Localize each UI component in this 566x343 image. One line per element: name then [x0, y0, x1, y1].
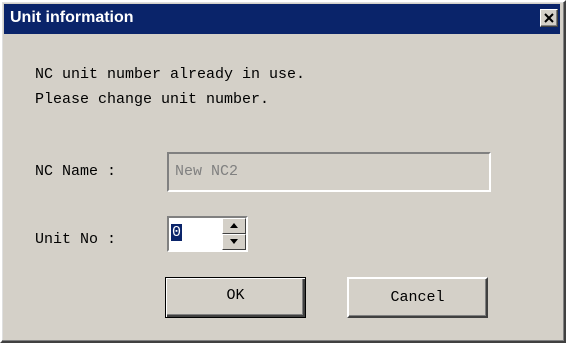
unit-no-value[interactable]: 0: [171, 224, 183, 241]
nc-name-label: NC Name :: [35, 163, 117, 180]
message-line-2: Please change unit number.: [35, 91, 270, 108]
nc-name-value: New NC2: [175, 163, 239, 180]
close-icon: [544, 13, 554, 23]
ok-button[interactable]: OK: [165, 277, 306, 318]
spin-down-icon: [230, 239, 238, 244]
unit-no-stepper[interactable]: 0: [167, 216, 248, 252]
title-bar[interactable]: Unit information: [4, 4, 560, 34]
close-button[interactable]: [540, 9, 558, 27]
nc-name-field: New NC2: [167, 152, 491, 192]
unit-information-dialog: Unit information NC unit number already …: [0, 0, 566, 343]
spin-up-button[interactable]: [222, 218, 246, 234]
unit-no-label: Unit No :: [35, 231, 117, 248]
message-line-1: NC unit number already in use.: [35, 66, 306, 83]
dialog-title: Unit information: [10, 9, 134, 26]
cancel-button[interactable]: Cancel: [347, 277, 488, 318]
spin-down-button[interactable]: [222, 234, 246, 250]
spin-up-icon: [230, 223, 238, 228]
